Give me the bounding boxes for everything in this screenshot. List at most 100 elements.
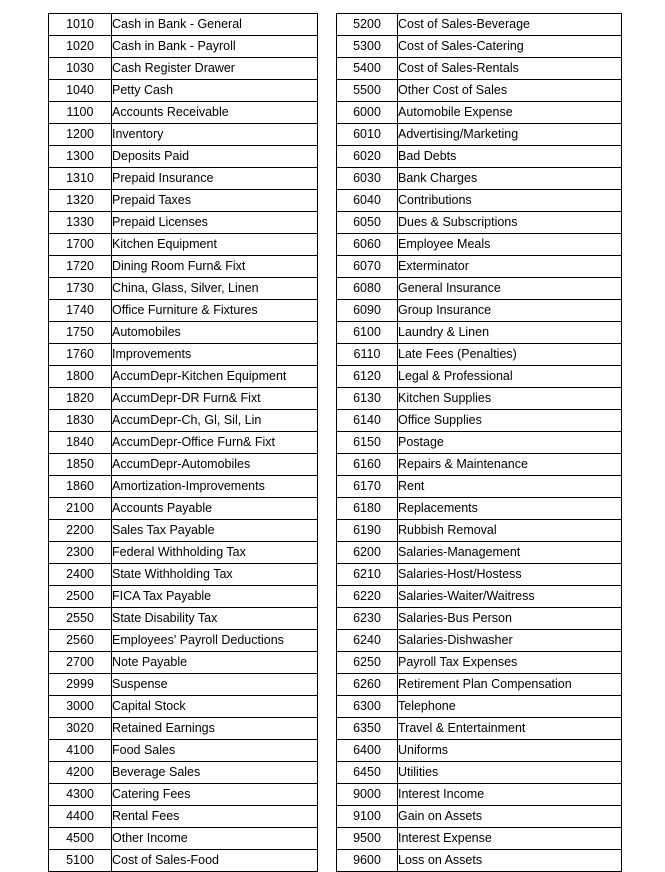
account-name-cell: Employee Meals: [397, 233, 622, 256]
account-name-cell: Other Cost of Sales: [397, 79, 622, 102]
account-code-cell: 6170: [336, 475, 398, 498]
account-name-cell: AccumDepr-Automobiles: [111, 453, 318, 476]
table-row: 1730 China, Glass, Silver, Linen: [48, 277, 318, 300]
account-code-cell: 6180: [336, 497, 398, 520]
account-name-cell: Retained Earnings: [111, 717, 318, 740]
account-name-cell: Loss on Assets: [397, 849, 622, 872]
table-row: 6160 Repairs & Maintenance: [336, 453, 622, 476]
account-code-cell: 1740: [48, 299, 112, 322]
table-row: 1030 Cash Register Drawer: [48, 57, 318, 80]
table-row: 5400 Cost of Sales-Rentals: [336, 57, 622, 80]
account-name-cell: Sales Tax Payable: [111, 519, 318, 542]
account-code-cell: 6260: [336, 673, 398, 696]
account-code-cell: 6050: [336, 211, 398, 234]
account-name-cell: Replacements: [397, 497, 622, 520]
table-row: 6130 Kitchen Supplies: [336, 387, 622, 410]
table-row: 2999 Suspense: [48, 673, 318, 696]
account-code-cell: 6110: [336, 343, 398, 366]
account-code-cell: 9000: [336, 783, 398, 806]
table-row: 9500 Interest Expense: [336, 827, 622, 850]
account-name-cell: Inventory: [111, 123, 318, 146]
table-row: 6220 Salaries-Waiter/Waitress: [336, 585, 622, 608]
table-row: 6450 Utilities: [336, 761, 622, 784]
account-name-cell: Employees' Payroll Deductions: [111, 629, 318, 652]
table-row: 1330 Prepaid Licenses: [48, 211, 318, 234]
account-code-cell: 6000: [336, 101, 398, 124]
account-code-cell: 2500: [48, 585, 112, 608]
table-row: 1750 Automobiles: [48, 321, 318, 344]
account-name-cell: Beverage Sales: [111, 761, 318, 784]
account-code-cell: 1030: [48, 57, 112, 80]
table-row: 6240 Salaries-Dishwasher: [336, 629, 622, 652]
table-row: 3000 Capital Stock: [48, 695, 318, 718]
account-name-cell: Prepaid Licenses: [111, 211, 318, 234]
account-code-cell: 6250: [336, 651, 398, 674]
table-row: 4100 Food Sales: [48, 739, 318, 762]
account-name-cell: Accounts Payable: [111, 497, 318, 520]
account-code-cell: 6040: [336, 189, 398, 212]
account-code-cell: 3000: [48, 695, 112, 718]
account-name-cell: Payroll Tax Expenses: [397, 651, 622, 674]
table-row: 6260 Retirement Plan Compensation: [336, 673, 622, 696]
account-name-cell: AccumDepr-Ch, Gl, Sil, Lin: [111, 409, 318, 432]
account-code-cell: 1730: [48, 277, 112, 300]
account-name-cell: Other Income: [111, 827, 318, 850]
table-row: 6080 General Insurance: [336, 277, 622, 300]
table-row: 1700 Kitchen Equipment: [48, 233, 318, 256]
account-code-cell: 6200: [336, 541, 398, 564]
account-code-cell: 6160: [336, 453, 398, 476]
account-name-cell: Cost of Sales-Catering: [397, 35, 622, 58]
table-row: 2500 FICA Tax Payable: [48, 585, 318, 608]
account-name-cell: Deposits Paid: [111, 145, 318, 168]
account-name-cell: Salaries-Bus Person: [397, 607, 622, 630]
table-row: 1040 Petty Cash: [48, 79, 318, 102]
account-name-cell: China, Glass, Silver, Linen: [111, 277, 318, 300]
account-name-cell: Late Fees (Penalties): [397, 343, 622, 366]
account-name-cell: Cost of Sales-Beverage: [397, 13, 622, 36]
table-row: 1320 Prepaid Taxes: [48, 189, 318, 212]
table-row: 6350 Travel & Entertainment: [336, 717, 622, 740]
account-code-cell: 1300: [48, 145, 112, 168]
account-name-cell: FICA Tax Payable: [111, 585, 318, 608]
account-name-cell: Cash in Bank - General: [111, 13, 318, 36]
table-row: 1200 Inventory: [48, 123, 318, 146]
table-row: 6250 Payroll Tax Expenses: [336, 651, 622, 674]
table-row: 1020 Cash in Bank - Payroll: [48, 35, 318, 58]
table-row: 2300 Federal Withholding Tax: [48, 541, 318, 564]
table-row: 1850 AccumDepr-Automobiles: [48, 453, 318, 476]
table-row: 6000 Automobile Expense: [336, 101, 622, 124]
account-name-cell: Petty Cash: [111, 79, 318, 102]
table-row: 2200 Sales Tax Payable: [48, 519, 318, 542]
account-name-cell: Capital Stock: [111, 695, 318, 718]
account-code-cell: 1840: [48, 431, 112, 454]
account-name-cell: Dues & Subscriptions: [397, 211, 622, 234]
account-name-cell: Salaries-Management: [397, 541, 622, 564]
account-name-cell: Suspense: [111, 673, 318, 696]
account-code-cell: 9500: [336, 827, 398, 850]
table-row: 6040 Contributions: [336, 189, 622, 212]
account-code-cell: 6400: [336, 739, 398, 762]
chart-of-accounts-page: 1010 Cash in Bank - General 1020 Cash in Ba…: [0, 0, 665, 872]
account-code-cell: 6450: [336, 761, 398, 784]
account-code-cell: 1820: [48, 387, 112, 410]
account-code-cell: 1040: [48, 79, 112, 102]
account-name-cell: Salaries-Dishwasher: [397, 629, 622, 652]
account-name-cell: Dining Room Furn& Fixt: [111, 255, 318, 278]
table-row: 1720 Dining Room Furn& Fixt: [48, 255, 318, 278]
table-row: 6020 Bad Debts: [336, 145, 622, 168]
table-row: 2700 Note Payable: [48, 651, 318, 674]
account-code-cell: 2100: [48, 497, 112, 520]
account-name-cell: Salaries-Host/Hostess: [397, 563, 622, 586]
account-code-cell: 6120: [336, 365, 398, 388]
table-row: 1820 AccumDepr-DR Furn& Fixt: [48, 387, 318, 410]
account-name-cell: Prepaid Taxes: [111, 189, 318, 212]
account-name-cell: Postage: [397, 431, 622, 454]
table-row: 1300 Deposits Paid: [48, 145, 318, 168]
account-code-cell: 6210: [336, 563, 398, 586]
account-name-cell: Automobiles: [111, 321, 318, 344]
account-name-cell: Accounts Receivable: [111, 101, 318, 124]
account-code-cell: 6350: [336, 717, 398, 740]
account-name-cell: Catering Fees: [111, 783, 318, 806]
account-code-cell: 1310: [48, 167, 112, 190]
account-code-cell: 6240: [336, 629, 398, 652]
